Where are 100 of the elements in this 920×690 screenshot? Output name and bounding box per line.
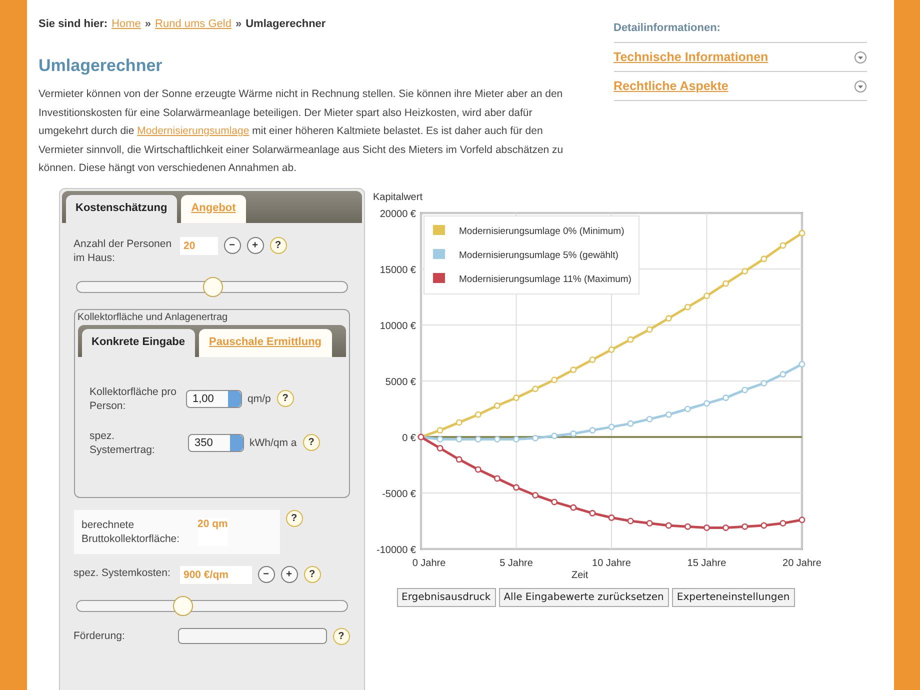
tab[interactable]: Kostenschätzung [66,194,178,222]
legend-label: Modernisierungsumlage 0% (Minimum) [458,226,624,236]
point [684,303,690,310]
decrement-button[interactable]: − [258,566,274,582]
point [532,385,538,392]
point [570,366,576,373]
help-button[interactable]: ? [286,510,302,526]
axis-label: -10000 € [376,544,416,556]
point [626,420,634,426]
point [760,522,767,528]
point [703,292,710,299]
point [722,280,729,286]
tab[interactable]: Konkrete Eingabe [82,328,196,356]
point [760,379,767,386]
point [588,356,596,362]
point [608,423,614,430]
point [741,386,748,393]
axis-label: -5000 € [382,488,416,500]
number-select[interactable]: 350 [188,434,244,452]
point [455,456,462,462]
axis-label: 10000 € [379,320,416,332]
breadcrumb-separator: » [235,18,242,30]
axis-label: 15 Jahre [686,558,726,568]
axis-label: 10 Jahre [592,558,630,568]
unit-label: qm/p [248,392,271,404]
axis-label: 5 Jahre [499,558,532,568]
field-label: spez. Systemertrag: [90,428,156,456]
point [493,474,500,482]
breadcrumb-separator: » [144,18,152,30]
action-button[interactable]: Ergebnisausdruck [396,588,496,606]
point [722,394,729,401]
unit-label: kWh/qm a [250,436,297,448]
point [646,519,652,526]
point [588,426,596,434]
action-button[interactable]: Alle Eingabewerte zurücksetzen [498,588,669,606]
point [664,410,672,418]
page-title: Umlagerechner [38,56,164,76]
point [626,336,634,342]
decrement-button[interactable]: − [224,236,240,254]
point [684,405,690,412]
point [779,370,786,378]
action-button[interactable]: Experteneinstellungen [672,588,795,606]
point [741,267,748,274]
dropdown-select[interactable] [178,628,327,644]
point [626,517,634,524]
point [436,435,443,442]
field-label: berechnete Bruttokollektorfläche: [82,518,181,546]
point [550,498,558,505]
point [436,444,443,451]
axis-label: 15000 € [379,264,416,276]
axis-title: Kapitalwert [372,192,422,202]
axis-label: 5000 € [384,376,416,388]
point [493,435,500,442]
point [608,346,614,352]
point [550,432,558,439]
point [570,504,576,510]
point [512,484,519,490]
slider-thumb[interactable] [172,596,193,616]
breadcrumb-current: Umlagerechner [246,18,326,30]
number-select[interactable]: 1,00 [186,390,242,408]
point [741,522,748,530]
point [798,360,805,367]
point [512,394,519,401]
field-label: spez. Systemkosten: [74,566,172,580]
help-button[interactable]: ? [304,566,320,582]
field-label: Förderung: [74,629,126,643]
chevron-down-icon[interactable] [854,80,866,92]
point [779,242,786,248]
help-button[interactable]: ? [332,628,350,644]
increment-button[interactable]: + [246,236,264,254]
point [760,255,767,262]
point [474,435,481,442]
point [588,509,596,516]
axis-label: 20 Jahre [782,558,821,568]
help-button[interactable]: ? [270,236,286,254]
point [703,524,710,530]
field-label: Kollektorfläche pro Person: [90,384,178,412]
point [532,491,538,498]
axis-label: 0 Jahre [412,558,446,568]
axis-title: Zeit [571,570,588,580]
help-button[interactable]: ? [276,390,294,407]
point [455,418,462,426]
point [646,415,652,422]
fieldset-legend: Kollektorfläche und Anlagenertrag [78,312,346,322]
chevron-down-icon[interactable] [854,50,866,64]
field-label: Anzahl der Personen im Haus: [74,236,173,264]
help-button[interactable]: ? [302,434,320,451]
point [664,522,672,528]
point [570,430,576,436]
increment-button[interactable]: + [280,566,298,582]
point [779,519,786,526]
point [550,376,558,383]
point [684,522,690,530]
point [703,400,710,406]
result-value: 20 qm [198,518,228,546]
axis-label: 0 € [402,432,416,444]
point [493,402,500,408]
point [798,229,805,236]
point [474,466,481,472]
slider-thumb[interactable] [202,276,222,296]
